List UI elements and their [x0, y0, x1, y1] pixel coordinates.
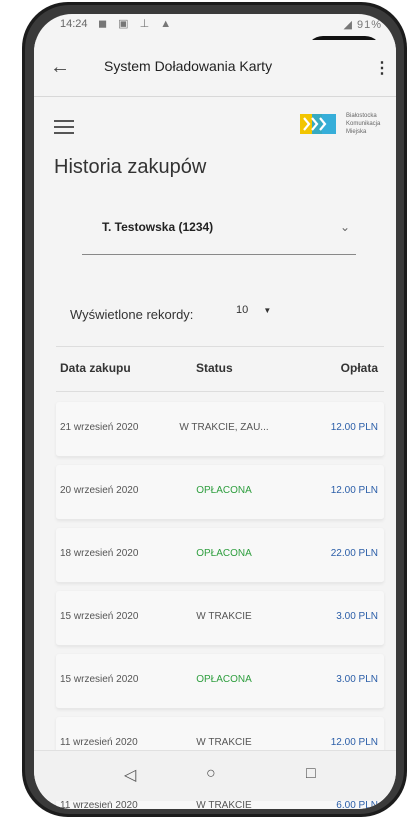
status-time: 14:24 [60, 18, 88, 30]
table-row[interactable]: 15 wrzesień 2020 W TRAKCIE 3.00 PLN [56, 591, 384, 646]
table-body: 21 wrzesień 2020 W TRAKCIE, ZAU... 12.00 P… [56, 402, 384, 809]
records-select[interactable]: 10 ▼ [236, 304, 271, 316]
purchase-history-table: Data zakupu Status Opłata 21 wrzesień 20… [56, 346, 384, 809]
row-status: W TRAKCIE, ZAU... [179, 422, 269, 433]
row-date: 20 wrzesień 2020 [60, 485, 139, 496]
battery-level: 91% [356, 19, 382, 31]
row-status: OPŁACONA [196, 548, 252, 559]
row-fee: 3.00 PLN [336, 674, 378, 685]
row-date: 15 wrzesień 2020 [60, 674, 139, 685]
card-select[interactable]: T. Testowska (1234) ⌄ [82, 206, 356, 255]
row-status: OPŁACONA [196, 674, 252, 685]
logo-line: Białostocka [346, 113, 377, 119]
logo-text: Białostocka Komunikacja Miejska [346, 112, 380, 136]
logo-line: Komunikacja [346, 121, 381, 127]
table-row[interactable]: 18 wrzesień 2020 OPŁACONA 22.00 PLN [56, 528, 384, 583]
row-fee: 12.00 PLN [330, 485, 378, 496]
table-row[interactable]: 21 wrzesień 2020 W TRAKCIE, ZAU... 12.00 P… [56, 402, 384, 457]
row-status: W TRAKCIE [196, 800, 252, 809]
phone-screen: 14:24 ◼ ▣ ⊥ ▲ ◢ 91% ← System Doładowania… [34, 14, 396, 809]
row-date: 11 wrzesień 2020 [60, 737, 138, 748]
row-status: W TRAKCIE [196, 737, 252, 748]
table-row[interactable]: 20 wrzesień 2020 OPŁACONA 12.00 PLN [56, 465, 384, 520]
nav-back-icon[interactable]: ◁ [124, 765, 136, 785]
header-fee: Opłata [340, 361, 378, 375]
table-header: Data zakupu Status Opłata [56, 346, 384, 392]
row-date: 21 wrzesień 2020 [60, 422, 139, 433]
page-title: Historia zakupów [54, 156, 207, 178]
records-label: Wyświetlone rekordy: [70, 307, 194, 322]
status-right: ◢ 91% [343, 18, 382, 31]
row-fee: 12.00 PLN [330, 422, 378, 433]
row-fee: 6.00 PLN [336, 800, 378, 809]
header-date: Data zakupu [60, 361, 131, 375]
more-vert-icon[interactable]: ⋮ [374, 58, 390, 78]
chevron-down-icon: ⌄ [339, 220, 350, 234]
notification-icons: ◼ ▣ ⊥ ▲ [98, 18, 176, 30]
row-status: OPŁACONA [196, 485, 252, 496]
hamburger-line [54, 120, 74, 122]
wifi-icon: ◢ [343, 19, 353, 31]
row-date: 15 wrzesień 2020 [60, 611, 139, 622]
bkm-logo-icon [300, 114, 336, 134]
nav-recents-icon[interactable]: □ [306, 765, 316, 783]
app-bar-title: System Doładowania Karty [104, 58, 273, 74]
bkm-logo: Białostocka Komunikacja Miejska [298, 110, 388, 146]
nav-home-icon[interactable]: ○ [206, 765, 216, 783]
logo-line: Miejska [346, 129, 367, 135]
hamburger-icon[interactable] [54, 120, 74, 134]
arrow-left-icon[interactable]: ← [50, 56, 70, 79]
android-nav-bar: ◁ ○ □ [34, 750, 396, 801]
records-value: 10 [236, 304, 249, 316]
hamburger-line [54, 126, 74, 128]
row-date: 18 wrzesień 2020 [60, 548, 139, 559]
row-status: W TRAKCIE [196, 611, 252, 622]
row-fee: 3.00 PLN [336, 611, 378, 622]
hamburger-line [54, 132, 74, 134]
row-date: 11 wrzesień 2020 [60, 800, 138, 809]
header-status: Status [196, 361, 233, 375]
caret-down-icon: ▼ [263, 306, 272, 315]
row-fee: 12.00 PLN [330, 737, 378, 748]
status-bar: 14:24 ◼ ▣ ⊥ ▲ ◢ 91% [34, 14, 396, 38]
app-bar: ← System Doładowania Karty ⋮ [34, 40, 396, 97]
table-row[interactable]: 15 wrzesień 2020 OPŁACONA 3.00 PLN [56, 654, 384, 709]
card-select-value: T. Testowska (1234) [102, 220, 214, 234]
row-fee: 22.00 PLN [330, 548, 378, 559]
